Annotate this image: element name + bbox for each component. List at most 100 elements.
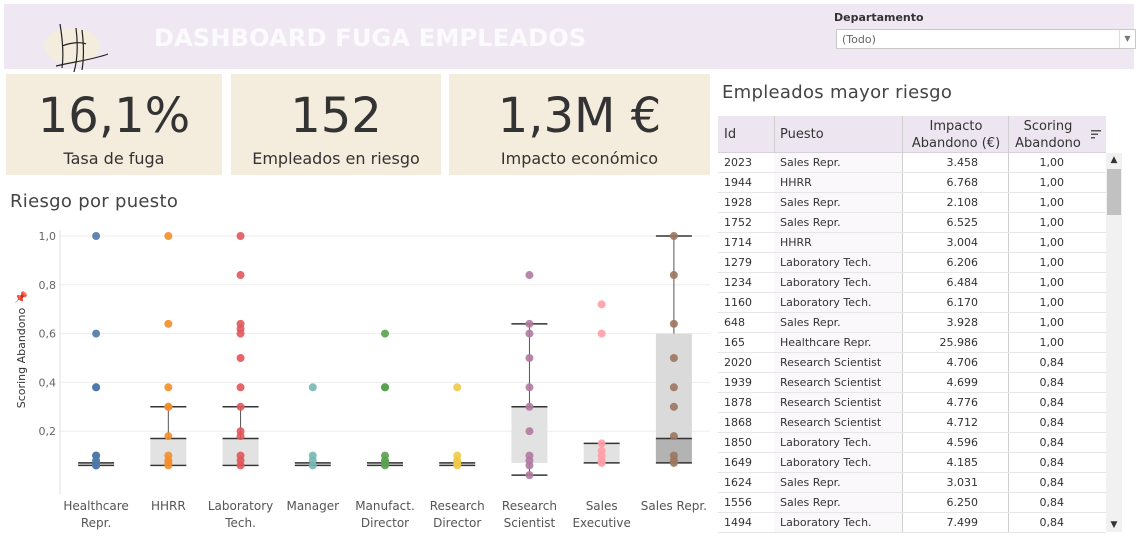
cell-impacto: 3.031: [946, 476, 979, 489]
data-point: [525, 271, 534, 280]
column-header-impacto[interactable]: Impacto Abandono (€): [904, 118, 1008, 152]
cell-scoring: 0,84: [1039, 496, 1065, 509]
data-point: [669, 432, 678, 441]
data-point: [164, 383, 173, 392]
x-tick-label: Manager: [286, 499, 339, 513]
cell-impacto: 6.484: [946, 276, 979, 289]
column-header-id[interactable]: Id: [724, 127, 736, 142]
table-row[interactable]: 1160 Laboratory Tech. 6.170 1,00: [718, 293, 1106, 313]
cell-scoring: 0,84: [1039, 516, 1065, 529]
y-tick-label: 0,4: [39, 376, 57, 389]
cell-impacto: 4.776: [946, 396, 979, 409]
data-point: [92, 329, 101, 338]
table-row[interactable]: 1850 Laboratory Tech. 4.596 0,84: [718, 433, 1106, 453]
column-header-scoring[interactable]: Scoring Abandono: [1010, 118, 1086, 152]
sort-icon[interactable]: [1090, 128, 1102, 140]
table-row[interactable]: 1714 HHRR 3.004 1,00: [718, 233, 1106, 253]
department-filter-value: (Todo): [842, 33, 876, 46]
chevron-down-icon[interactable]: ▼: [1119, 30, 1135, 48]
kpi-label: Tasa de fuga: [63, 149, 165, 168]
cell-scoring: 1,00: [1039, 256, 1065, 269]
cell-scoring: 1,00: [1039, 316, 1065, 329]
cell-id: 1850: [724, 436, 752, 449]
table-row[interactable]: 1878 Research Scientist 4.776 0,84: [718, 393, 1106, 413]
cell-puesto: Sales Repr.: [780, 156, 841, 169]
table-row[interactable]: 1944 HHRR 6.768 1,00: [718, 173, 1106, 193]
chart-title: Riesgo por puesto: [10, 191, 179, 212]
cell-id: 1752: [724, 216, 752, 229]
data-point: [669, 271, 678, 280]
cell-impacto: 4.712: [946, 416, 979, 429]
data-point: [164, 232, 173, 240]
table-row[interactable]: 165 Healthcare Repr. 25.986 1,00: [718, 333, 1106, 353]
table-row[interactable]: 1556 Sales Repr. 6.250 0,84: [718, 493, 1106, 513]
cell-scoring: 0,84: [1039, 416, 1065, 429]
table-row[interactable]: 2020 Research Scientist 4.706 0,84: [718, 353, 1106, 373]
cell-id: 1624: [724, 476, 752, 489]
cell-id: 1160: [724, 296, 752, 309]
cell-impacto: 3.458: [946, 156, 979, 169]
cell-scoring: 1,00: [1039, 196, 1065, 209]
cell-id: 1878: [724, 396, 752, 409]
table-row[interactable]: 1279 Laboratory Tech. 6.206 1,00: [718, 253, 1106, 273]
kpi-card-turnover-rate: 16,1% Tasa de fuga: [6, 74, 222, 175]
data-point: [308, 461, 317, 470]
risk-by-position-chart[interactable]: 0,2 0,4 0,6 0,8 1,0 Scoring Abandono 📌 Healthca…: [0, 215, 715, 541]
data-point: [597, 300, 606, 309]
cell-scoring: 1,00: [1039, 336, 1065, 349]
cell-id: 1279: [724, 256, 752, 269]
data-point: [525, 427, 534, 436]
table-row[interactable]: 648 Sales Repr. 3.928 1,00: [718, 313, 1106, 333]
cell-impacto: 4.185: [946, 456, 979, 469]
cell-id: 1494: [724, 516, 752, 529]
table-row[interactable]: 1928 Sales Repr. 2.108 1,00: [718, 193, 1106, 213]
data-point: [525, 383, 534, 392]
table-row[interactable]: 2023 Sales Repr. 3.458 1,00: [718, 153, 1106, 173]
table-row[interactable]: 1494 Laboratory Tech. 7.499 0,84: [718, 513, 1106, 533]
table-row[interactable]: 1624 Sales Repr. 3.031 0,84: [718, 473, 1106, 493]
data-point: [381, 329, 389, 338]
cell-scoring: 1,00: [1039, 176, 1065, 189]
cell-puesto: Sales Repr.: [780, 476, 841, 489]
data-point: [164, 319, 173, 328]
risk-employees-table[interactable]: 2023 Sales Repr. 3.458 1,00 1944 HHRR 6.768 1,0…: [718, 153, 1106, 533]
kpi-label: Empleados en riesgo: [252, 149, 420, 168]
cell-impacto: 4.699: [946, 376, 979, 389]
column-header-scoring-line2: Abandono: [1015, 136, 1081, 151]
column-header-scoring-line1: Scoring: [1023, 119, 1073, 134]
data-point: [525, 354, 534, 362]
cell-id: 1928: [724, 196, 752, 209]
scrollbar-thumb[interactable]: [1107, 169, 1121, 215]
x-tick-label: Sales: [586, 499, 618, 513]
table-row[interactable]: 1234 Laboratory Tech. 6.484 1,00: [718, 273, 1106, 293]
table-row[interactable]: 1868 Research Scientist 4.712 0,84: [718, 413, 1106, 433]
x-tick-label: Repr.: [81, 516, 111, 530]
data-point: [236, 402, 245, 411]
kpi-value: 152: [290, 88, 382, 144]
cell-impacto: 3.928: [946, 316, 979, 329]
department-filter-select[interactable]: (Todo) ▼: [836, 29, 1136, 49]
data-point: [236, 232, 245, 240]
table-row[interactable]: 1649 Laboratory Tech. 4.185 0,84: [718, 453, 1106, 473]
table-row[interactable]: 1752 Sales Repr. 6.525 1,00: [718, 213, 1106, 233]
data-point: [669, 354, 678, 362]
table-row[interactable]: 1939 Research Scientist 4.699 0,84: [718, 373, 1106, 393]
table-header: Id Puesto Impacto Abandono (€) Scoring A…: [718, 116, 1106, 153]
table-scrollbar[interactable]: ▲ ▼: [1106, 153, 1122, 532]
column-header-puesto[interactable]: Puesto: [780, 127, 824, 142]
cell-scoring: 0,84: [1039, 436, 1065, 449]
data-point: [381, 383, 389, 392]
cell-puesto: Sales Repr.: [780, 196, 841, 209]
cell-id: 1649: [724, 456, 752, 469]
cell-scoring: 1,00: [1039, 276, 1065, 289]
cell-scoring: 1,00: [1039, 296, 1065, 309]
cell-puesto: HHRR: [780, 236, 812, 249]
dashboard: DASHBOARD FUGA EMPLEADOS Departamento (T…: [0, 0, 1140, 541]
scroll-down-icon[interactable]: ▼: [1106, 518, 1122, 532]
y-tick-label: 0,2: [39, 425, 57, 438]
x-tick-label: Research: [430, 499, 485, 513]
cell-id: 1714: [724, 236, 752, 249]
kpi-value: 16,1%: [37, 88, 191, 144]
scroll-up-icon[interactable]: ▲: [1106, 153, 1122, 167]
cell-scoring: 0,84: [1039, 396, 1065, 409]
